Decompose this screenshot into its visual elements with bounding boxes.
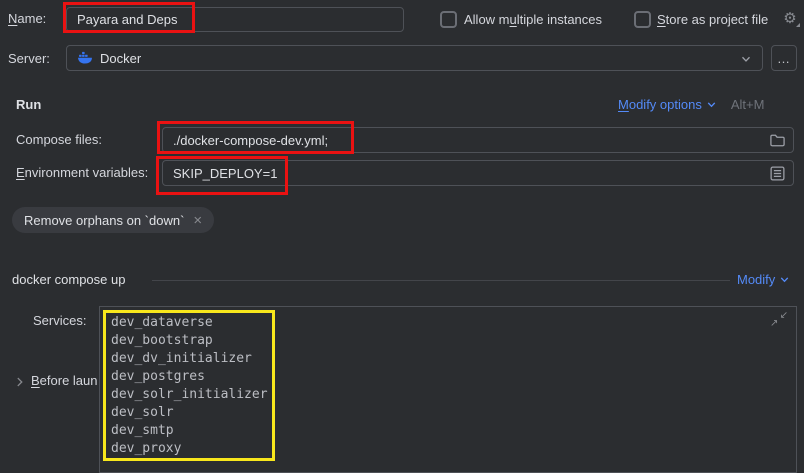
ellipsis-icon: …: [777, 51, 791, 66]
remove-orphans-chip[interactable]: Remove orphans on `down` ×: [12, 207, 214, 233]
close-icon[interactable]: ×: [193, 213, 202, 228]
service-line: dev_dv_initializer: [111, 350, 776, 368]
store-as-project-file-checkbox[interactable]: [634, 11, 651, 28]
chevron-right-icon[interactable]: [13, 375, 27, 389]
folder-icon[interactable]: [769, 132, 786, 149]
chevron-down-icon: [739, 52, 753, 66]
services-label: Services:: [33, 313, 86, 328]
services-textarea[interactable]: dev_dataversedev_bootstrapdev_dv_initial…: [99, 306, 797, 473]
chevron-down-icon: [705, 98, 718, 111]
store-as-project-file-label: Store as project file: [657, 12, 768, 27]
gear-icon[interactable]: ⚙: [781, 9, 799, 27]
environment-variables-input[interactable]: SKIP_DEPLOY=1: [162, 160, 794, 186]
compose-up-section-title: docker compose up: [12, 272, 125, 287]
section-divider: [152, 280, 730, 281]
expand-icon[interactable]: ↙↗: [770, 311, 788, 329]
server-select[interactable]: Docker: [66, 45, 763, 71]
server-browse-button[interactable]: …: [771, 45, 797, 71]
environment-variables-value: SKIP_DEPLOY=1: [173, 166, 277, 181]
environment-variables-label: Environment variables:: [16, 165, 148, 180]
run-section-title: Run: [16, 97, 41, 112]
service-line: dev_bootstrap: [111, 332, 776, 350]
service-line: dev_smtp: [111, 422, 776, 440]
service-line: dev_dataverse: [111, 314, 776, 332]
chevron-down-icon: [778, 273, 791, 286]
service-line: dev_solr: [111, 404, 776, 422]
modify-options-link[interactable]: Modify options: [618, 97, 718, 112]
run-configuration-panel: Name: Payara and Deps Allow multiple ins…: [0, 0, 804, 473]
service-line: dev_proxy: [111, 440, 776, 458]
compose-files-label: Compose files:: [16, 132, 102, 147]
compose-files-value: ./docker-compose-dev.yml;: [173, 133, 328, 148]
name-input[interactable]: Payara and Deps: [66, 7, 404, 32]
name-input-value: Payara and Deps: [77, 12, 177, 27]
modify-options-shortcut: Alt+M: [731, 97, 765, 112]
name-label: Name:: [8, 11, 46, 26]
list-icon[interactable]: [769, 165, 786, 182]
server-select-value: Docker: [100, 51, 141, 66]
service-line: dev_postgres: [111, 368, 776, 386]
modify-link[interactable]: Modify: [737, 272, 791, 287]
allow-multiple-instances-checkbox[interactable]: [440, 11, 457, 28]
server-label: Server:: [8, 51, 50, 66]
before-launch-label[interactable]: Before laun: [31, 373, 98, 388]
allow-multiple-instances-label: Allow multiple instances: [464, 12, 602, 27]
compose-files-input[interactable]: ./docker-compose-dev.yml;: [162, 127, 794, 153]
service-line: dev_solr_initializer: [111, 386, 776, 404]
remove-orphans-chip-label: Remove orphans on `down`: [24, 213, 184, 228]
docker-icon: [77, 50, 93, 66]
